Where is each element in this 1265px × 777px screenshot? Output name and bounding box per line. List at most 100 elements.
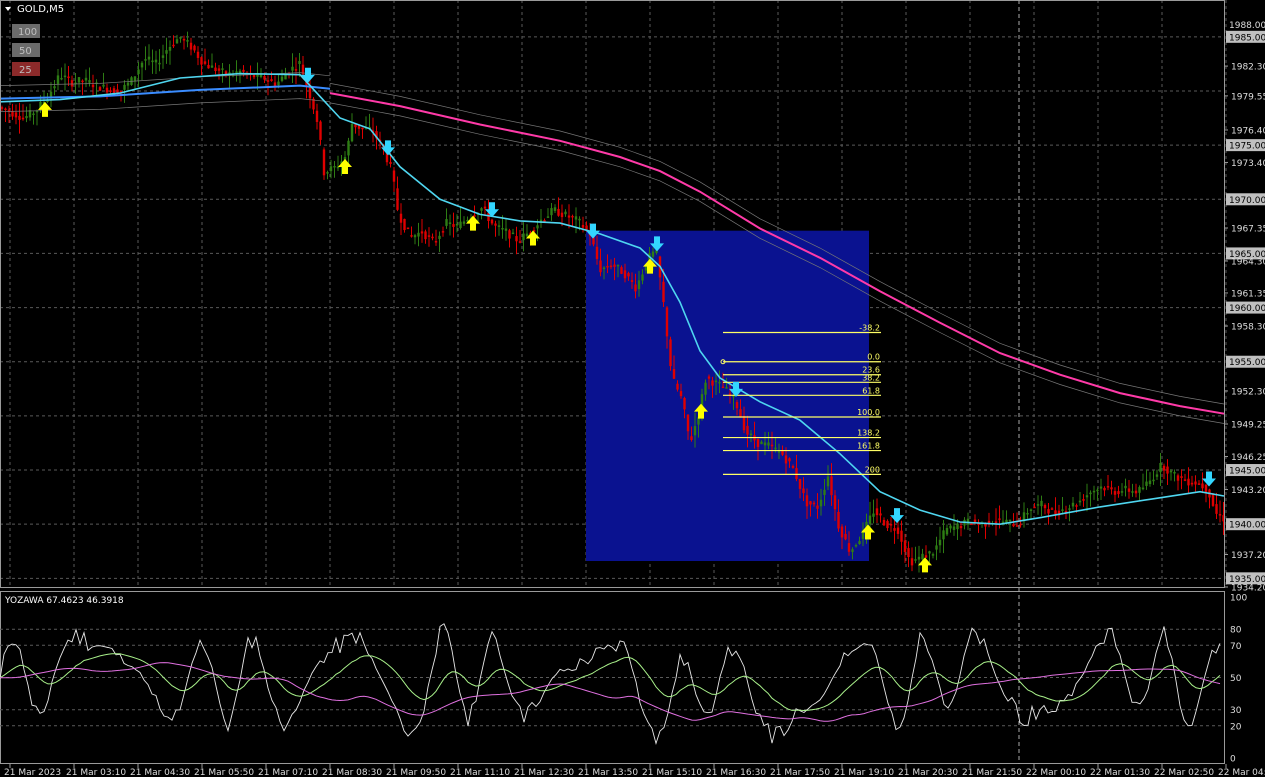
- bull-candle: [763, 442, 767, 446]
- indicator-tick-label: 0: [1230, 755, 1236, 765]
- indicator-tick-label: 80: [1230, 626, 1242, 636]
- bear-candle: [735, 402, 739, 409]
- bull-candle: [525, 233, 529, 237]
- bear-candle: [1103, 487, 1106, 491]
- indicator-tick-label: 70: [1230, 642, 1242, 652]
- bear-candle: [98, 87, 102, 91]
- bear-candle: [1082, 499, 1085, 501]
- bear-candle: [1047, 509, 1050, 514]
- time-tick-label: 22 Mar 00:10: [1026, 768, 1086, 777]
- bull-candle: [942, 530, 945, 540]
- bull-candle: [732, 395, 735, 398]
- bear-candle: [676, 383, 679, 390]
- bear-candle: [1166, 466, 1169, 474]
- bear-candle: [595, 246, 599, 259]
- bull-candle: [1099, 486, 1103, 489]
- bull-candle: [578, 218, 581, 221]
- bear-candle: [1201, 483, 1204, 489]
- bear-candle: [669, 339, 672, 367]
- bear-candle: [1075, 505, 1078, 507]
- zoom-label-100: 100: [18, 27, 37, 38]
- bear-candle: [739, 409, 742, 418]
- bear-candle: [508, 230, 511, 239]
- bear-candle: [182, 38, 186, 41]
- bear-candle: [1033, 506, 1036, 509]
- bear-candle: [623, 270, 627, 279]
- bear-candle: [798, 478, 802, 489]
- bull-candle: [25, 116, 28, 119]
- bear-candle: [203, 61, 207, 64]
- bull-candle: [277, 81, 280, 86]
- bear-candle: [770, 444, 774, 447]
- price-label: 1945.00: [1229, 467, 1265, 477]
- bear-candle: [609, 265, 613, 268]
- bull-candle: [186, 40, 189, 42]
- bull-candle: [165, 50, 168, 54]
- indicator-tick-label: 20: [1230, 722, 1242, 732]
- bear-candle: [900, 530, 903, 542]
- bear-candle: [567, 215, 571, 218]
- bull-candle: [462, 221, 466, 224]
- bull-candle: [777, 451, 781, 453]
- bear-candle: [585, 225, 588, 230]
- time-tick-label: 22 Mar 02:50: [1154, 768, 1214, 777]
- bull-candle: [413, 235, 417, 238]
- bear-candle: [1110, 487, 1113, 490]
- bull-candle: [221, 68, 224, 70]
- bear-candle: [543, 220, 546, 222]
- bear-candle: [557, 208, 560, 216]
- fib-label: 61.8: [862, 386, 880, 395]
- bull-candle: [448, 222, 452, 224]
- bear-candle: [270, 79, 273, 82]
- bear-candle: [196, 51, 200, 58]
- bull-candle: [938, 539, 942, 546]
- price-label: 1975.00: [1229, 142, 1265, 152]
- bull-candle: [921, 553, 924, 560]
- bear-candle: [683, 397, 686, 410]
- bull-candle: [56, 75, 60, 84]
- bull-candle: [1071, 502, 1075, 507]
- bear-candle: [1197, 483, 1201, 485]
- fib-label: 138.2: [857, 429, 880, 438]
- bull-candle: [291, 66, 294, 71]
- bull-candle: [952, 526, 956, 530]
- indicator-tick-label: 100: [1230, 594, 1247, 604]
- time-tick-label: 22 Mar 01:30: [1090, 768, 1150, 777]
- bull-candle: [616, 264, 620, 267]
- zoom-button-50[interactable]: 50: [12, 43, 40, 57]
- bull-candle: [1026, 512, 1029, 515]
- bull-candle: [823, 489, 826, 495]
- bear-candle: [889, 524, 893, 526]
- bull-candle: [511, 232, 515, 235]
- bear-candle: [1019, 523, 1022, 526]
- zoom-button-25[interactable]: 25: [12, 62, 40, 76]
- bear-candle: [315, 110, 319, 122]
- time-tick-label: 21 Mar 15:10: [642, 768, 702, 777]
- fib-label: -38.2: [859, 323, 880, 332]
- bear-candle: [791, 465, 795, 468]
- price-chart[interactable]: -38.20.023.638.261.8100.0138.2161.8200 G…: [0, 0, 1265, 777]
- bull-candle: [693, 426, 697, 436]
- time-tick-label: 21 Mar 20:30: [898, 768, 958, 777]
- bull-candle: [1085, 495, 1089, 498]
- price-tick-label: 1946.25: [1231, 453, 1265, 463]
- bull-candle: [329, 166, 333, 172]
- bear-candle: [424, 231, 427, 240]
- bear-candle: [910, 558, 914, 566]
- bull-candle: [637, 280, 641, 290]
- bull-candle: [88, 80, 91, 83]
- bear-candle: [707, 376, 711, 379]
- time-tick-label: 21 Mar 16:30: [706, 768, 766, 777]
- bear-candle: [406, 227, 410, 230]
- bear-candle: [833, 495, 837, 510]
- bull-candle: [1159, 462, 1162, 473]
- bear-candle: [1050, 508, 1054, 510]
- bear-candle: [844, 533, 847, 540]
- bear-candle: [809, 501, 812, 505]
- bull-candle: [280, 76, 284, 81]
- zoom-button-100[interactable]: 100: [12, 24, 40, 38]
- bear-candle: [172, 44, 175, 47]
- bear-candle: [837, 511, 840, 529]
- bull-candle: [102, 84, 105, 87]
- symbol-title: GOLD,M5: [17, 4, 64, 15]
